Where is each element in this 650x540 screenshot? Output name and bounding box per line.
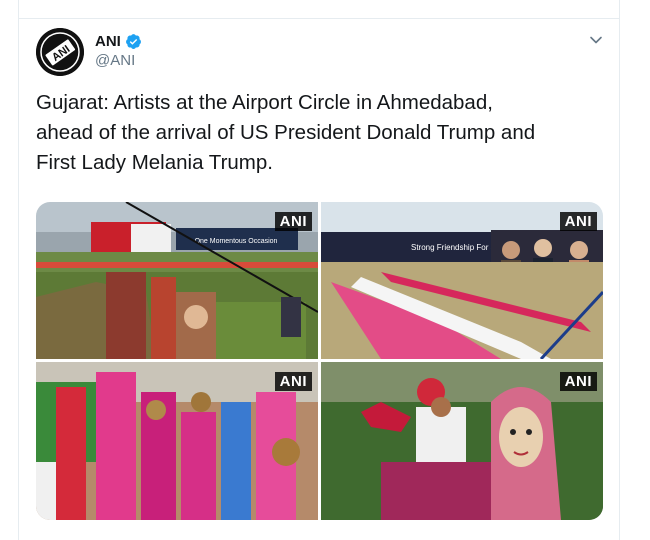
avatar[interactable]: ANI — [36, 28, 84, 76]
photo-4[interactable]: ANI — [321, 362, 603, 520]
photo-1[interactable]: One Momentous Occasion ANI — [36, 202, 318, 359]
photo-2[interactable]: Strong Friendship For a Brighter Future … — [321, 202, 603, 359]
media-grid[interactable]: One Momentous Occasion ANI Strong Friend… — [36, 202, 603, 520]
handle[interactable]: @ANI — [95, 52, 135, 69]
author-name-row[interactable]: ANI — [95, 31, 142, 51]
ani-watermark: ANI — [559, 212, 597, 231]
display-name[interactable]: ANI — [95, 33, 121, 50]
ani-watermark: ANI — [559, 372, 597, 391]
verified-badge-icon — [125, 33, 141, 49]
card-top-divider — [18, 18, 620, 19]
photo-3[interactable]: ANI — [36, 362, 318, 520]
ani-logo-icon: ANI — [36, 28, 84, 76]
ani-watermark: ANI — [274, 372, 312, 391]
tweet-text: Gujarat: Artists at the Airport Circle i… — [36, 91, 536, 174]
ani-watermark: ANI — [274, 212, 312, 231]
photo-1-banner-text: One Momentous Occasion — [195, 238, 278, 245]
chevron-down-icon[interactable] — [588, 32, 604, 48]
